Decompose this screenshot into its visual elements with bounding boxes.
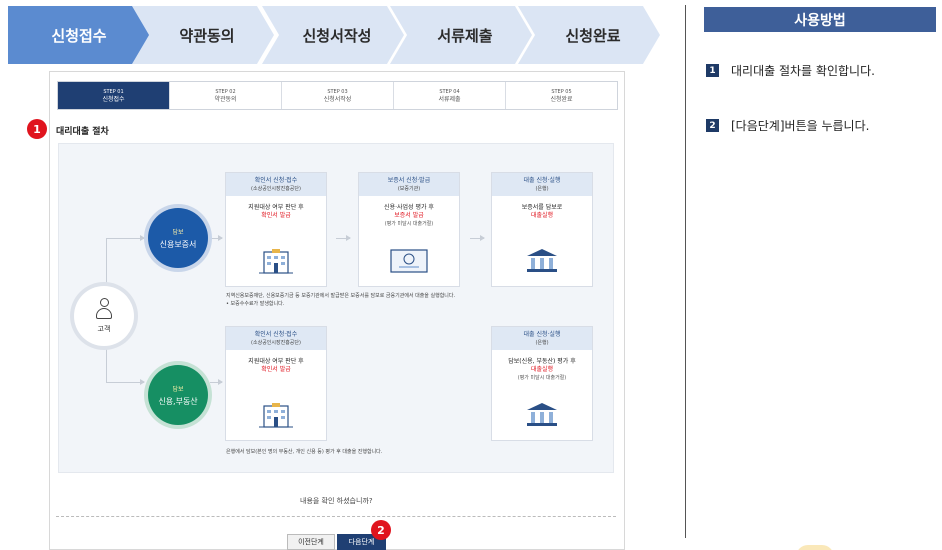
card-title: 보증서 신청·발급	[387, 177, 431, 184]
callout-badge-1: 1	[27, 119, 47, 139]
building-icon	[226, 402, 326, 428]
connector-arrow	[106, 235, 145, 241]
collateral-circle: 담보 신용,부동산	[148, 365, 208, 425]
decorative-shape	[796, 545, 834, 550]
card-line: 담보(신용, 부동산) 평가 후	[508, 358, 576, 365]
customer-circle: 고객	[74, 286, 134, 346]
process-card-confirmation: 확인서 신청·접수 (소상공인시장진흥공단) 지원대상 여부 판단 후 확인서 발급	[225, 172, 327, 287]
top-step-label: 신청완료	[565, 26, 621, 45]
mini-step-1: STEP 01 신청접수	[58, 82, 170, 109]
card-note: (평가 미달시 대출거절)	[517, 375, 567, 381]
card-title: 확인서 신청·접수	[254, 331, 298, 338]
vertical-divider	[685, 5, 686, 538]
previous-step-button[interactable]: 이전단계	[287, 534, 335, 550]
card-subtitle: (은행)	[535, 340, 549, 346]
bank-icon	[492, 402, 592, 428]
usage-title: 사용방법	[704, 7, 936, 32]
instruction-step-2: 2 [다음단계]버튼을 누릅니다.	[706, 117, 869, 134]
top-step-5: 신청완료	[518, 6, 660, 64]
card-title: 대출 신청·실행	[523, 177, 561, 184]
mini-step-4: STEP 04 서류제출	[394, 82, 506, 109]
connector-arrow	[106, 379, 145, 385]
circle-label: 신용보증서	[159, 239, 197, 249]
mini-step-3: STEP 03 신청서작성	[282, 82, 394, 109]
fee-note: • 보증수수료가 발생합니다.	[226, 301, 285, 307]
customer-label: 고객	[97, 325, 111, 333]
instruction-step-1: 1 대리대출 절차를 확인합니다.	[706, 62, 875, 79]
connector-arrow	[470, 235, 485, 241]
circle-label: 신용,부동산	[158, 396, 198, 406]
mini-step-number: STEP 03	[327, 88, 348, 95]
mini-step-2: STEP 02 약관동의	[170, 82, 282, 109]
callout-badge-2: 2	[371, 520, 391, 540]
collateral-note: 은행에서 담보(본인 명의 부동산, 개인 신용 등) 평가 후 대출을 진행합…	[226, 449, 383, 455]
mini-step-label: 신청접수	[102, 95, 125, 103]
top-step-label: 약관동의	[179, 26, 235, 45]
card-note: (평가 미달시 대출거절)	[384, 221, 434, 227]
process-card-loan: 대출 신청·실행 (은행) 보증서를 담보로 대출실행	[491, 172, 593, 287]
process-card-confirmation-2: 확인서 신청·접수 (소상공인시장진흥공단) 지원대상 여부 판단 후 확인서 발급	[225, 326, 327, 441]
card-line: 보증서를 담보로	[521, 204, 563, 211]
instruction-number: 2	[706, 119, 719, 132]
process-card-loan-2: 대출 신청·실행 (은행) 담보(신용, 부동산) 평가 후 대출실행 (평가 미달시…	[491, 326, 593, 441]
guarantee-note: 지역신용보증재단, 신용보증기금 등 보증기관에서 발급받은 보증서를 담보로 …	[226, 293, 456, 299]
dashed-divider	[56, 516, 616, 517]
mini-step-number: STEP 04	[439, 88, 460, 95]
confirm-question: 내용을 확인 하셨습니까?	[300, 497, 373, 505]
card-title: 대출 신청·실행	[523, 331, 561, 338]
connector-arrow	[210, 235, 223, 241]
card-subtitle: (소상공인시장진흥공단)	[251, 186, 301, 192]
guarantee-circle: 담보 신용보증서	[148, 208, 208, 268]
building-icon	[226, 248, 326, 274]
top-step-1: 신청접수	[8, 6, 150, 64]
mini-step-5: STEP 05 신청완료	[506, 82, 617, 109]
circle-small-label: 담보	[172, 385, 184, 393]
person-icon	[95, 298, 113, 320]
card-highlight: 보증서 발급	[394, 212, 424, 219]
card-line: 신용·사업성 평가 후	[384, 204, 434, 211]
card-highlight: 대출실행	[530, 212, 554, 219]
instruction-text: [다음단계]버튼을 누릅니다.	[731, 119, 870, 133]
mini-step-label: 서류제출	[438, 95, 461, 103]
card-highlight: 확인서 발급	[261, 366, 291, 373]
mini-step-label: 약관동의	[214, 95, 237, 103]
card-subtitle: (보증기관)	[397, 186, 421, 192]
top-step-3: 신청서작성	[262, 6, 404, 64]
top-step-bar: 신청접수 약관동의 신청서작성 서류제출 신청완료	[8, 6, 660, 64]
circle-small-label: 담보	[172, 228, 184, 236]
instruction-text: 대리대출 절차를 확인합니다.	[731, 64, 875, 78]
card-subtitle: (소상공인시장진흥공단)	[251, 340, 301, 346]
card-line: 지원대상 여부 판단 후	[248, 204, 304, 211]
top-step-label: 신청접수	[51, 26, 107, 45]
connector-arrow	[210, 379, 223, 385]
mini-step-label: 신청완료	[550, 95, 573, 103]
top-step-label: 서류제출	[437, 26, 493, 45]
mini-step-number: STEP 05	[551, 88, 572, 95]
top-step-4: 서류제출	[390, 6, 532, 64]
mini-step-number: STEP 01	[103, 88, 124, 95]
mini-step-bar: STEP 01 신청접수 STEP 02 약관동의 STEP 03 신청서작성 …	[57, 81, 618, 110]
section-title: 대리대출 절차	[56, 127, 109, 137]
process-card-guarantee: 보증서 신청·발급 (보증기관) 신용·사업성 평가 후 보증서 발급 (평가 미달시…	[358, 172, 460, 287]
card-highlight: 대출실행	[530, 366, 554, 373]
card-highlight: 확인서 발급	[261, 212, 291, 219]
mini-step-label: 신청서작성	[323, 95, 352, 103]
top-step-label: 신청서작성	[302, 26, 372, 45]
card-title: 확인서 신청·접수	[254, 177, 298, 184]
mini-step-number: STEP 02	[215, 88, 236, 95]
top-step-2: 약관동의	[132, 6, 274, 64]
bank-icon	[492, 248, 592, 274]
certificate-icon	[359, 248, 459, 274]
instruction-number: 1	[706, 64, 719, 77]
card-subtitle: (은행)	[535, 186, 549, 192]
connector-arrow	[336, 235, 351, 241]
card-line: 지원대상 여부 판단 후	[248, 358, 304, 365]
